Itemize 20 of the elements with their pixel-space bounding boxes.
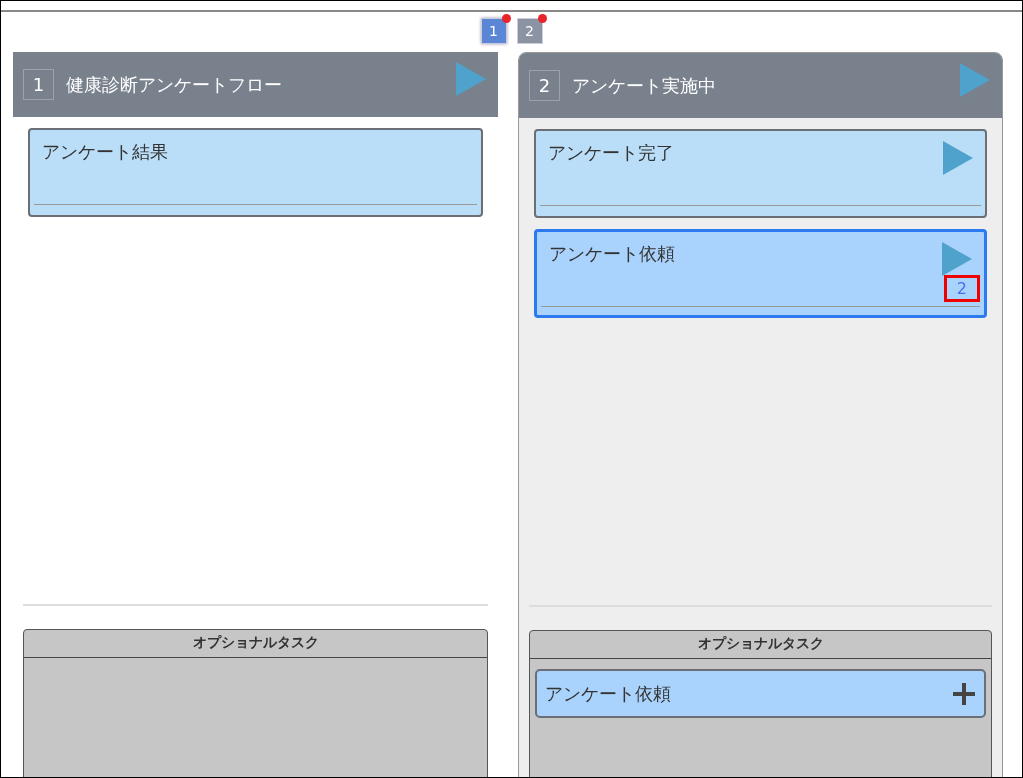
task-card[interactable]: アンケート依頼 2 xyxy=(534,229,987,318)
task-count: 2 xyxy=(943,275,980,302)
optional-task-heading: オプショナルタスク xyxy=(530,631,991,659)
play-icon[interactable] xyxy=(943,141,973,175)
task-card[interactable]: アンケート結果 xyxy=(28,128,483,217)
task-title: アンケート依頼 xyxy=(549,242,675,266)
optional-task-heading: オプショナルタスク xyxy=(24,630,487,658)
play-icon[interactable] xyxy=(456,62,486,96)
plus-icon[interactable] xyxy=(952,681,976,706)
optional-task-item[interactable]: アンケート依頼 xyxy=(535,669,986,718)
stage-number: 1 xyxy=(23,69,54,100)
task-title: アンケート結果 xyxy=(42,140,168,164)
stage-number: 2 xyxy=(529,70,560,101)
play-icon[interactable] xyxy=(960,63,990,97)
stage-title: 健康診断アンケートフロー xyxy=(66,72,282,97)
optional-task-title: アンケート依頼 xyxy=(545,681,671,706)
task-title: アンケート完了 xyxy=(548,141,674,165)
play-icon[interactable] xyxy=(942,242,972,276)
stage-title: アンケート実施中 xyxy=(572,73,716,98)
task-card[interactable]: アンケート完了 xyxy=(534,129,987,218)
